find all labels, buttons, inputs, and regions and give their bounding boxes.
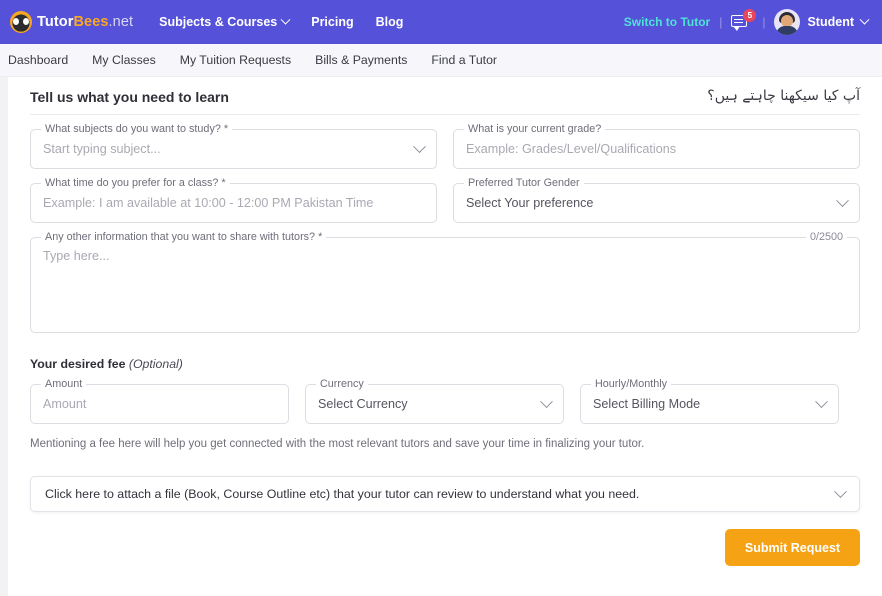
switch-to-tutor-link[interactable]: Switch to Tutor [624, 15, 710, 29]
brand-text-part1: Tutor [37, 14, 74, 30]
subjects-field[interactable]: What subjects do you want to study? * St… [30, 123, 437, 169]
billing-mode-field-label: Hourly/Monthly [591, 378, 672, 390]
brand-text-part2: Bees [73, 14, 109, 30]
message-icon-lines [734, 19, 744, 21]
subnav-item-my-tuition-requests[interactable]: My Tuition Requests [180, 53, 291, 67]
subjects-field-value: Start typing subject... [43, 142, 161, 156]
page-title: Tell us what you need to learn [30, 89, 229, 105]
request-form-card: Tell us what you need to learn آپ کیا سی… [8, 77, 882, 596]
desired-fee-heading-text: Your desired fee [30, 357, 126, 371]
page-title-urdu: آپ کیا سیکھنا چاہتے ہیں؟ [707, 88, 860, 104]
header-divider: | [719, 15, 723, 29]
avatar [774, 9, 801, 35]
header-right-actions: Switch to Tutor | 5 | Student [624, 9, 870, 35]
nav-item-subjects-courses[interactable]: Subjects & Courses [159, 14, 291, 29]
form-row-2: What time do you prefer for a class? * E… [30, 177, 860, 223]
secondary-navigation: Dashboard My Classes My Tuition Requests… [0, 44, 882, 77]
chevron-down-icon[interactable] [834, 484, 847, 498]
preferred-time-field-value: Example: I am available at 10:00 - 12:00… [43, 196, 374, 210]
header-divider-2: | [762, 15, 766, 29]
form-header: Tell us what you need to learn آپ کیا سی… [30, 88, 860, 115]
subjects-field-label: What subjects do you want to study? * [41, 123, 233, 135]
fee-row: Amount Amount Currency Select Currency H… [30, 378, 860, 424]
brand-logo[interactable]: TutorBees.net [10, 11, 133, 33]
messages-badge-count: 5 [743, 9, 757, 22]
nav-item-blog[interactable]: Blog [376, 15, 404, 29]
subnav-item-dashboard[interactable]: Dashboard [8, 53, 68, 67]
other-info-char-counter: 0/2500 [805, 231, 847, 243]
chevron-down-icon[interactable] [540, 394, 553, 408]
tutor-gender-field[interactable]: Preferred Tutor Gender Select Your prefe… [453, 177, 860, 223]
avatar-body [776, 26, 799, 35]
attach-file-label: Click here to attach a file (Book, Cours… [45, 487, 640, 501]
grade-field-label: What is your current grade? [464, 123, 606, 135]
fee-helper-text: Mentioning a fee here will help you get … [30, 438, 645, 450]
currency-field-value: Select Currency [318, 397, 408, 411]
billing-mode-field[interactable]: Hourly/Monthly Select Billing Mode [580, 378, 839, 424]
currency-field-label: Currency [316, 378, 368, 390]
tutor-gender-field-value: Select Your preference [466, 196, 594, 210]
submit-request-button[interactable]: Submit Request [725, 529, 860, 566]
other-info-field-value: Type here... [43, 249, 110, 263]
chevron-down-icon[interactable] [815, 394, 828, 408]
left-gutter [0, 77, 8, 596]
top-navigation-bar: TutorBees.net Subjects & Courses Pricing… [0, 0, 882, 44]
attach-file-panel[interactable]: Click here to attach a file (Book, Cours… [30, 476, 860, 512]
subnav-item-find-a-tutor[interactable]: Find a Tutor [431, 53, 497, 67]
primary-nav: Subjects & Courses Pricing Blog [159, 14, 404, 29]
subnav-item-my-classes[interactable]: My Classes [92, 53, 156, 67]
brand-text-part3: .net [108, 14, 134, 30]
chevron-down-icon[interactable] [836, 193, 849, 207]
nav-item-pricing[interactable]: Pricing [311, 15, 353, 29]
tutor-gender-field-label: Preferred Tutor Gender [464, 177, 584, 189]
billing-mode-field-value: Select Billing Mode [593, 397, 701, 411]
desired-fee-heading: Your desired fee (Optional) [30, 357, 860, 371]
form-row-3: Any other information that you want to s… [30, 231, 860, 333]
form-row-1: What subjects do you want to study? * St… [30, 123, 860, 169]
nav-item-label: Subjects & Courses [159, 15, 278, 29]
user-menu[interactable]: Student [774, 9, 870, 35]
other-info-field[interactable]: Any other information that you want to s… [30, 231, 860, 333]
amount-field[interactable]: Amount Amount [30, 378, 289, 424]
nav-item-label: Blog [375, 15, 404, 29]
brand-text: TutorBees.net [37, 14, 133, 30]
amount-field-label: Amount [41, 378, 87, 390]
user-name-label: Student [807, 15, 854, 29]
other-info-field-label: Any other information that you want to s… [41, 231, 327, 243]
amount-field-value: Amount [43, 397, 87, 411]
grade-field[interactable]: What is your current grade? Example: Gra… [453, 123, 860, 169]
preferred-time-field[interactable]: What time do you prefer for a class? * E… [30, 177, 437, 223]
messages-button[interactable]: 5 [731, 9, 757, 32]
page-body: Tell us what you need to learn آپ کیا سی… [0, 77, 882, 596]
preferred-time-field-label: What time do you prefer for a class? * [41, 177, 230, 189]
grade-field-value: Example: Grades/Level/Qualifications [466, 142, 676, 156]
chevron-down-icon [859, 14, 870, 25]
nav-item-label: Pricing [311, 15, 354, 29]
desired-fee-optional-text: (Optional) [128, 357, 183, 371]
subnav-item-bills-payments[interactable]: Bills & Payments [315, 53, 407, 67]
bee-logo-icon [10, 11, 32, 33]
submit-row: Submit Request [30, 529, 860, 566]
currency-field[interactable]: Currency Select Currency [305, 378, 564, 424]
chevron-down-icon [280, 14, 291, 25]
chevron-down-icon[interactable] [413, 139, 426, 153]
